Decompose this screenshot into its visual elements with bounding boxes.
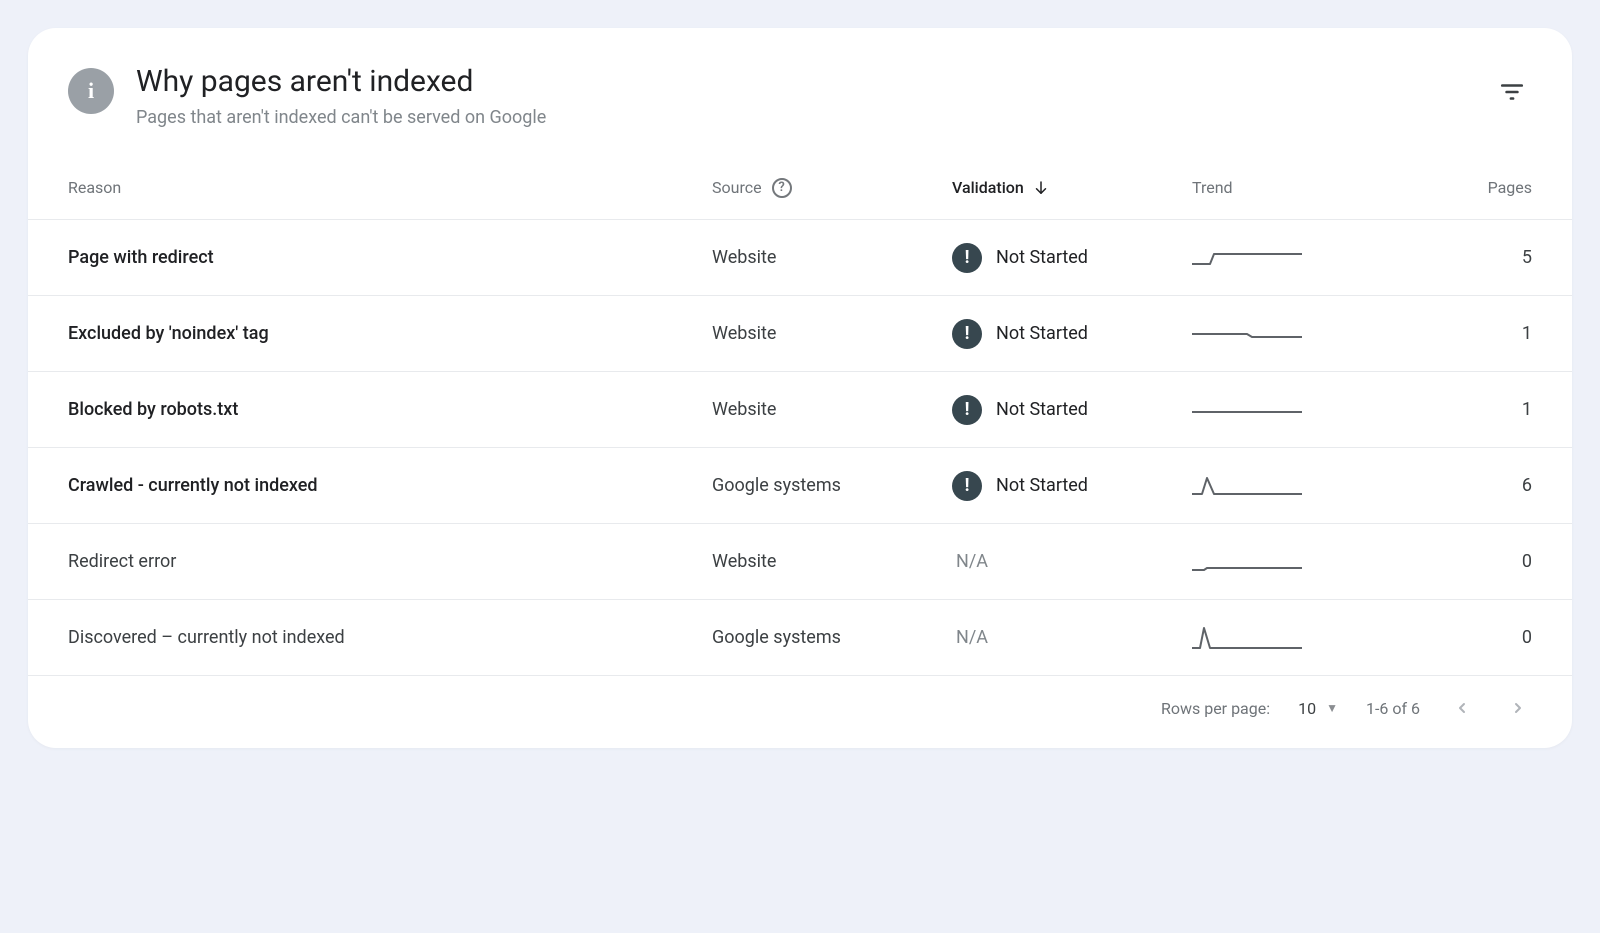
- cell-validation: ! Not Started: [952, 243, 1192, 273]
- validation-status: Not Started: [996, 247, 1088, 268]
- cell-source: Website: [712, 323, 952, 344]
- cell-validation: N/A: [952, 551, 1192, 572]
- col-source-label: Source: [712, 178, 762, 197]
- chevron-left-icon: [1454, 700, 1470, 716]
- card-subtitle: Pages that aren't indexed can't be serve…: [136, 107, 1470, 128]
- table-row[interactable]: Crawled - currently not indexedGoogle sy…: [28, 448, 1572, 524]
- cell-pages: 0: [1412, 551, 1532, 572]
- cell-trend: [1192, 548, 1412, 576]
- cell-source: Website: [712, 551, 952, 572]
- validation-status: N/A: [952, 627, 988, 648]
- warning-icon: !: [952, 395, 982, 425]
- card-header: i Why pages aren't indexed Pages that ar…: [28, 28, 1572, 156]
- validation-status: Not Started: [996, 323, 1088, 344]
- help-icon[interactable]: ?: [772, 178, 792, 198]
- cell-pages: 1: [1412, 399, 1532, 420]
- trend-sparkline: [1192, 624, 1302, 652]
- cell-pages: 0: [1412, 627, 1532, 648]
- cell-reason: Page with redirect: [68, 247, 712, 268]
- cell-reason: Discovered – currently not indexed: [68, 627, 712, 648]
- validation-status: N/A: [952, 551, 988, 572]
- table-row[interactable]: Blocked by robots.txtWebsite! Not Started…: [28, 372, 1572, 448]
- rows-per-page-label: Rows per page:: [1161, 699, 1270, 718]
- card-title: Why pages aren't indexed: [136, 64, 1470, 99]
- table-header-row: Reason Source ? Validation Trend Pages: [28, 156, 1572, 220]
- table-row[interactable]: Page with redirectWebsite! Not Started 5: [28, 220, 1572, 296]
- chevron-right-icon: [1510, 700, 1526, 716]
- reasons-table: Reason Source ? Validation Trend Pages P…: [28, 156, 1572, 676]
- cell-pages: 5: [1412, 247, 1532, 268]
- cell-source: Website: [712, 399, 952, 420]
- cell-pages: 6: [1412, 475, 1532, 496]
- filter-icon: [1499, 79, 1525, 105]
- trend-sparkline: [1192, 472, 1302, 500]
- trend-sparkline: [1192, 320, 1302, 348]
- table-row[interactable]: Excluded by 'noindex' tagWebsite! Not Sta…: [28, 296, 1572, 372]
- page-range: 1-6 of 6: [1366, 699, 1420, 718]
- col-source[interactable]: Source ?: [712, 178, 952, 198]
- header-titles: Why pages aren't indexed Pages that aren…: [136, 64, 1470, 128]
- cell-source: Google systems: [712, 475, 952, 496]
- col-pages[interactable]: Pages: [1412, 178, 1532, 197]
- col-validation[interactable]: Validation: [952, 178, 1192, 197]
- cell-source: Google systems: [712, 627, 952, 648]
- trend-sparkline: [1192, 548, 1302, 576]
- col-validation-label: Validation: [952, 178, 1024, 197]
- table-row[interactable]: Redirect errorWebsiteN/A 0: [28, 524, 1572, 600]
- cell-reason: Excluded by 'noindex' tag: [68, 323, 712, 344]
- trend-sparkline: [1192, 244, 1302, 272]
- cell-trend: [1192, 320, 1412, 348]
- col-trend[interactable]: Trend: [1192, 178, 1412, 197]
- warning-icon: !: [952, 243, 982, 273]
- cell-trend: [1192, 396, 1412, 424]
- cell-trend: [1192, 244, 1412, 272]
- cell-pages: 1: [1412, 323, 1532, 344]
- prev-page-button[interactable]: [1448, 694, 1476, 722]
- table-row[interactable]: Discovered – currently not indexedGoogle…: [28, 600, 1572, 676]
- cell-reason: Crawled - currently not indexed: [68, 475, 712, 496]
- cell-validation: ! Not Started: [952, 471, 1192, 501]
- trend-sparkline: [1192, 396, 1302, 424]
- sort-desc-icon: [1032, 179, 1050, 197]
- next-page-button[interactable]: [1504, 694, 1532, 722]
- cell-reason: Blocked by robots.txt: [68, 399, 712, 420]
- cell-validation: ! Not Started: [952, 319, 1192, 349]
- table-pager: Rows per page: 10 ▼ 1-6 of 6: [28, 676, 1572, 748]
- dropdown-icon: ▼: [1326, 701, 1338, 715]
- cell-trend: [1192, 472, 1412, 500]
- filter-button[interactable]: [1492, 72, 1532, 112]
- info-icon: i: [68, 68, 114, 114]
- validation-status: Not Started: [996, 475, 1088, 496]
- rows-per-page-value: 10: [1298, 699, 1316, 718]
- cell-reason: Redirect error: [68, 551, 712, 572]
- cell-validation: N/A: [952, 627, 1192, 648]
- warning-icon: !: [952, 471, 982, 501]
- validation-status: Not Started: [996, 399, 1088, 420]
- indexing-reasons-card: i Why pages aren't indexed Pages that ar…: [28, 28, 1572, 748]
- col-reason[interactable]: Reason: [68, 178, 712, 197]
- warning-icon: !: [952, 319, 982, 349]
- cell-source: Website: [712, 247, 952, 268]
- cell-trend: [1192, 624, 1412, 652]
- cell-validation: ! Not Started: [952, 395, 1192, 425]
- rows-per-page-select[interactable]: 10 ▼: [1298, 699, 1338, 718]
